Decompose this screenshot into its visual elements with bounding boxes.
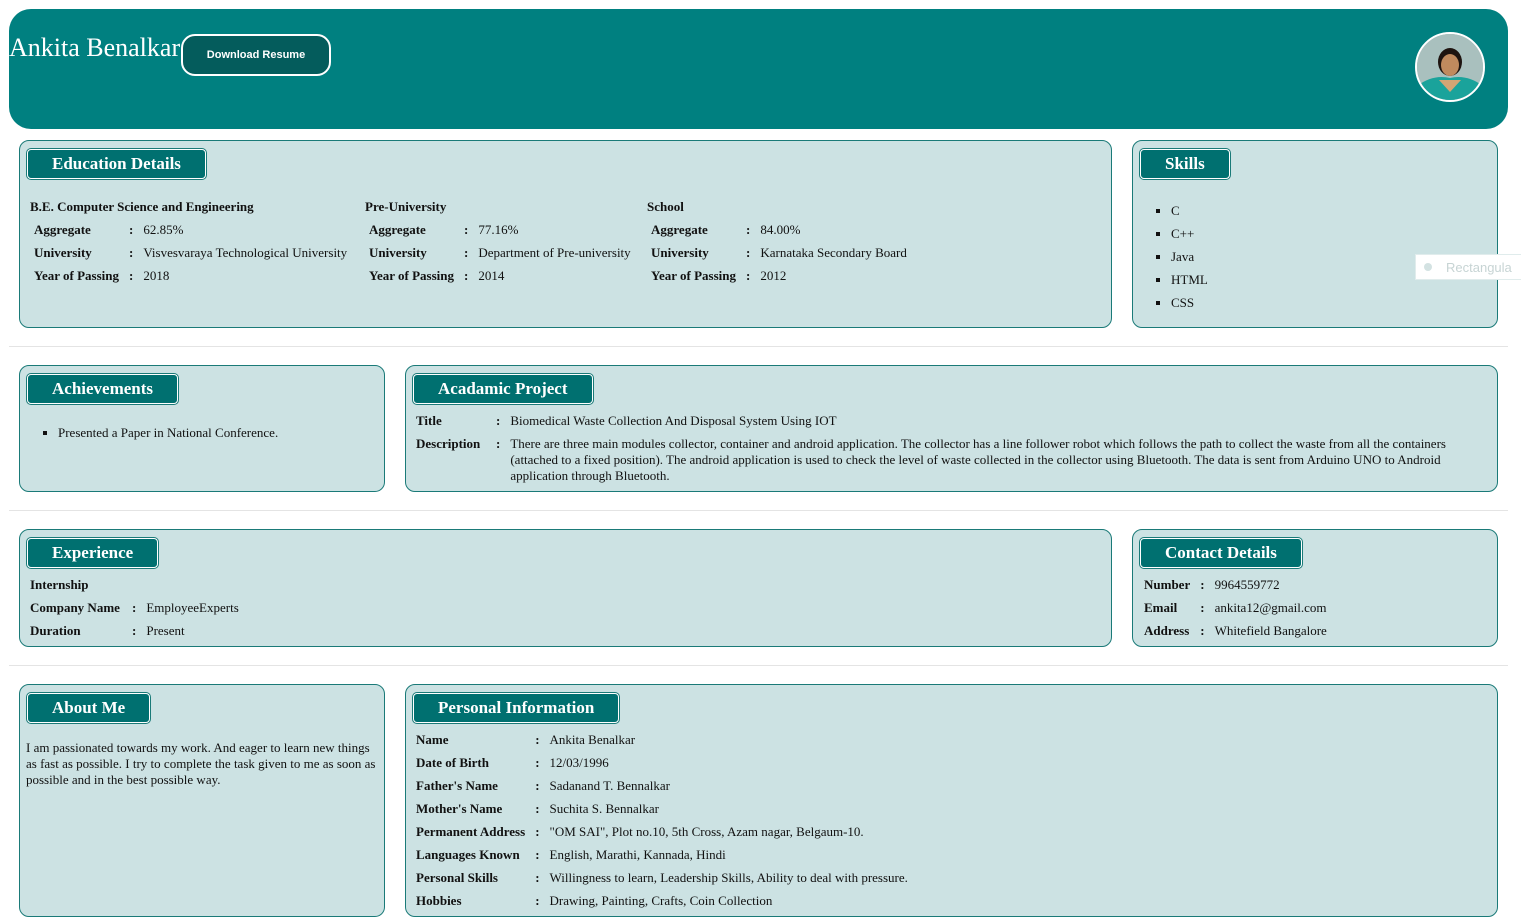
divider xyxy=(9,665,1508,666)
personal-card: Personal Information Name: Ankita Benalka… xyxy=(405,684,1498,917)
label: Year of Passing xyxy=(651,268,736,283)
label: Year of Passing xyxy=(369,268,454,283)
label: University xyxy=(651,245,709,260)
download-resume-button[interactable]: Download Resume xyxy=(181,34,331,76)
value: "OM SAI", Plot no.10, 5th Cross, Azam na… xyxy=(549,824,864,839)
divider xyxy=(9,510,1508,511)
value: Karnataka Secondary Board xyxy=(760,245,907,260)
education-heading: B.E. Computer Science and Engineering xyxy=(30,199,254,214)
value: Drawing, Painting, Crafts, Coin Collecti… xyxy=(549,893,773,908)
experience-card: Experience Internship Company Name: Emplo… xyxy=(19,529,1112,647)
project-card: Acadamic Project Title: Biomedical Waste … xyxy=(405,365,1498,492)
value: Ankita Benalkar xyxy=(549,732,636,747)
dot-icon xyxy=(1424,263,1432,271)
personal-details: Name: Ankita Benalkar Date of Birth:12/03… xyxy=(412,728,912,912)
address-value: Whitefield Bangalore xyxy=(1214,623,1327,638)
skills-list: C C++ Java HTML CSS xyxy=(1131,199,1208,314)
contact-title: Contact Details xyxy=(1140,538,1302,568)
label: Duration xyxy=(30,623,81,638)
label: Year of Passing xyxy=(34,268,119,283)
value: Visvesvaraya Technological University xyxy=(143,245,348,260)
overlay-text: Rectangula xyxy=(1446,259,1512,275)
label: Aggregate xyxy=(34,222,91,237)
experience-title: Experience xyxy=(27,538,159,568)
phone-value: 9964559772 xyxy=(1214,577,1280,592)
label: Name xyxy=(416,732,449,747)
list-item: HTML xyxy=(1171,268,1208,291)
label: Date of Birth xyxy=(416,755,489,770)
label: Description xyxy=(416,436,481,451)
contact-card: Contact Details Number:9964559772 Email:… xyxy=(1132,529,1498,647)
label: Father's Name xyxy=(416,778,498,793)
skills-title: Skills xyxy=(1140,149,1230,179)
label: University xyxy=(34,245,92,260)
value: EmployeeExperts xyxy=(146,600,239,615)
list-item: C xyxy=(1171,199,1208,222)
education-heading: Pre-University xyxy=(365,199,447,214)
label: Hobbies xyxy=(416,893,462,908)
label: Number xyxy=(1144,577,1191,592)
candidate-name: Ankita Benalkar xyxy=(9,33,181,62)
divider xyxy=(9,346,1508,347)
value: Department of Pre-university xyxy=(478,245,631,260)
label: Aggregate xyxy=(369,222,426,237)
list-item: Java xyxy=(1171,245,1208,268)
value: Biomedical Waste Collection And Disposal… xyxy=(510,413,837,428)
achievements-list: Presented a Paper in National Conference… xyxy=(18,424,278,442)
label: Permanent Address xyxy=(416,824,526,839)
label: Email xyxy=(1144,600,1178,615)
project-details: Title: Biomedical Waste Collection And Di… xyxy=(412,409,1471,484)
value: 62.85% xyxy=(143,222,184,237)
label: Title xyxy=(416,413,442,428)
label: University xyxy=(369,245,427,260)
value: 77.16% xyxy=(478,222,519,237)
value: English, Marathi, Kannada, Hindi xyxy=(549,847,726,862)
contact-details: Number:9964559772 Email: ankita12@gmail.c… xyxy=(1140,573,1331,642)
education-heading: School xyxy=(647,199,684,214)
list-item: Presented a Paper in National Conference… xyxy=(58,424,278,442)
label: Company Name xyxy=(30,600,120,615)
rectangle-overlay-label: Rectangula xyxy=(1415,254,1521,280)
education-column-puc: Pre-University Aggregate:77.16% Universi… xyxy=(365,199,635,287)
value: 2018 xyxy=(143,268,170,283)
personal-title: Personal Information xyxy=(413,693,620,723)
experience-subheading: Internship xyxy=(30,577,89,592)
label: Address xyxy=(1144,623,1190,638)
header-banner: Ankita Benalkar Download Resume xyxy=(9,9,1508,129)
value: There are three main modules collector, … xyxy=(510,436,1446,483)
value: 84.00% xyxy=(760,222,801,237)
value: 2014 xyxy=(478,268,505,283)
about-card: About Me I am passionated towards my wor… xyxy=(19,684,385,917)
project-title: Acadamic Project xyxy=(413,374,593,404)
avatar xyxy=(1415,32,1485,102)
label: Languages Known xyxy=(416,847,520,862)
label: Personal Skills xyxy=(416,870,498,885)
value: Willingness to learn, Leadership Skills,… xyxy=(549,870,908,885)
profile-photo-icon xyxy=(1417,34,1483,100)
experience-details: Internship Company Name: EmployeeExperts … xyxy=(30,573,243,642)
skills-card: Skills C C++ Java HTML CSS xyxy=(1132,140,1498,328)
education-column-be: B.E. Computer Science and Engineering Ag… xyxy=(30,199,351,287)
value: Present xyxy=(146,623,185,638)
achievements-card: Achievements Presented a Paper in Nation… xyxy=(19,365,385,492)
education-card: Education Details B.E. Computer Science … xyxy=(19,140,1112,328)
list-item: C++ xyxy=(1171,222,1208,245)
label: Mother's Name xyxy=(416,801,503,816)
value: 12/03/1996 xyxy=(549,755,609,770)
value: Suchita S. Bennalkar xyxy=(549,801,659,816)
education-title: Education Details xyxy=(27,149,206,179)
value: Sadanand T. Bennalkar xyxy=(549,778,670,793)
value: 2012 xyxy=(760,268,787,283)
about-title: About Me xyxy=(27,693,151,723)
education-column-school: School Aggregate:84.00% University: Karna… xyxy=(647,199,911,287)
about-text: I am passionated towards my work. And ea… xyxy=(26,740,376,787)
label: Aggregate xyxy=(651,222,708,237)
achievements-title: Achievements xyxy=(27,374,179,404)
list-item: CSS xyxy=(1171,291,1208,314)
email-value: ankita12@gmail.com xyxy=(1214,600,1327,615)
